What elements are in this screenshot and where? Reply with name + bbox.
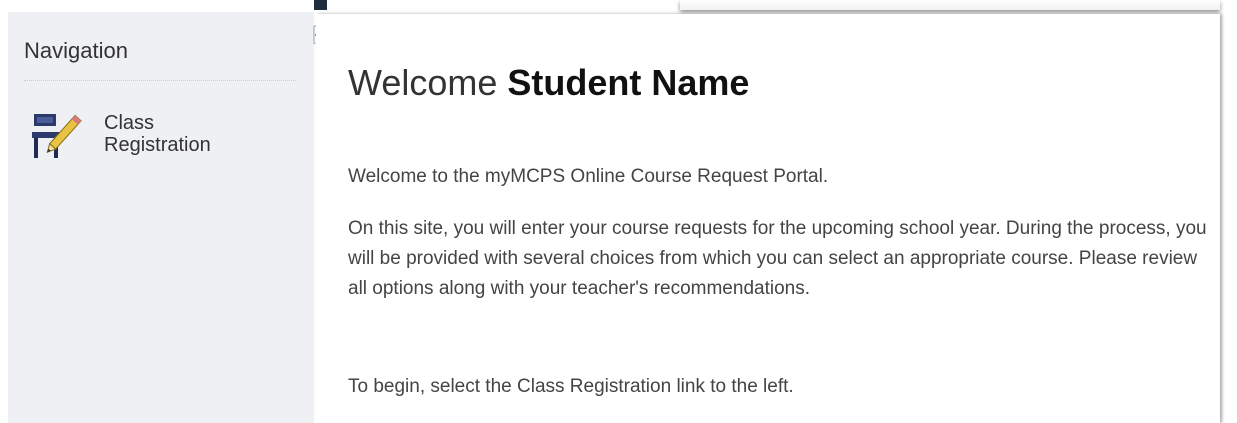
- sidebar-item-class-registration[interactable]: Class Registration: [30, 110, 244, 160]
- main-content: Welcome Student Name Welcome to the myMC…: [316, 14, 1220, 423]
- desk-pencil-icon: [32, 114, 82, 158]
- page: Navigation Class Registration Welcome St…: [0, 0, 1237, 423]
- student-name: Student Name: [507, 62, 750, 103]
- page-title: Welcome Student Name: [348, 62, 749, 104]
- sidebar-item-label: Class Registration: [104, 112, 211, 156]
- title-prefix: Welcome: [348, 62, 498, 103]
- overlay-shadow-edge: [680, 0, 1220, 10]
- intro-text: Welcome to the myMCPS Online Course Requ…: [348, 166, 829, 187]
- navigation-heading: Navigation: [24, 38, 128, 63]
- navigation-sidebar: Navigation Class Registration: [8, 12, 314, 423]
- description-text: On this site, you will enter your course…: [348, 218, 1207, 299]
- navigation-divider: [24, 80, 296, 81]
- instruction-text: To begin, select the Class Registration …: [348, 376, 794, 397]
